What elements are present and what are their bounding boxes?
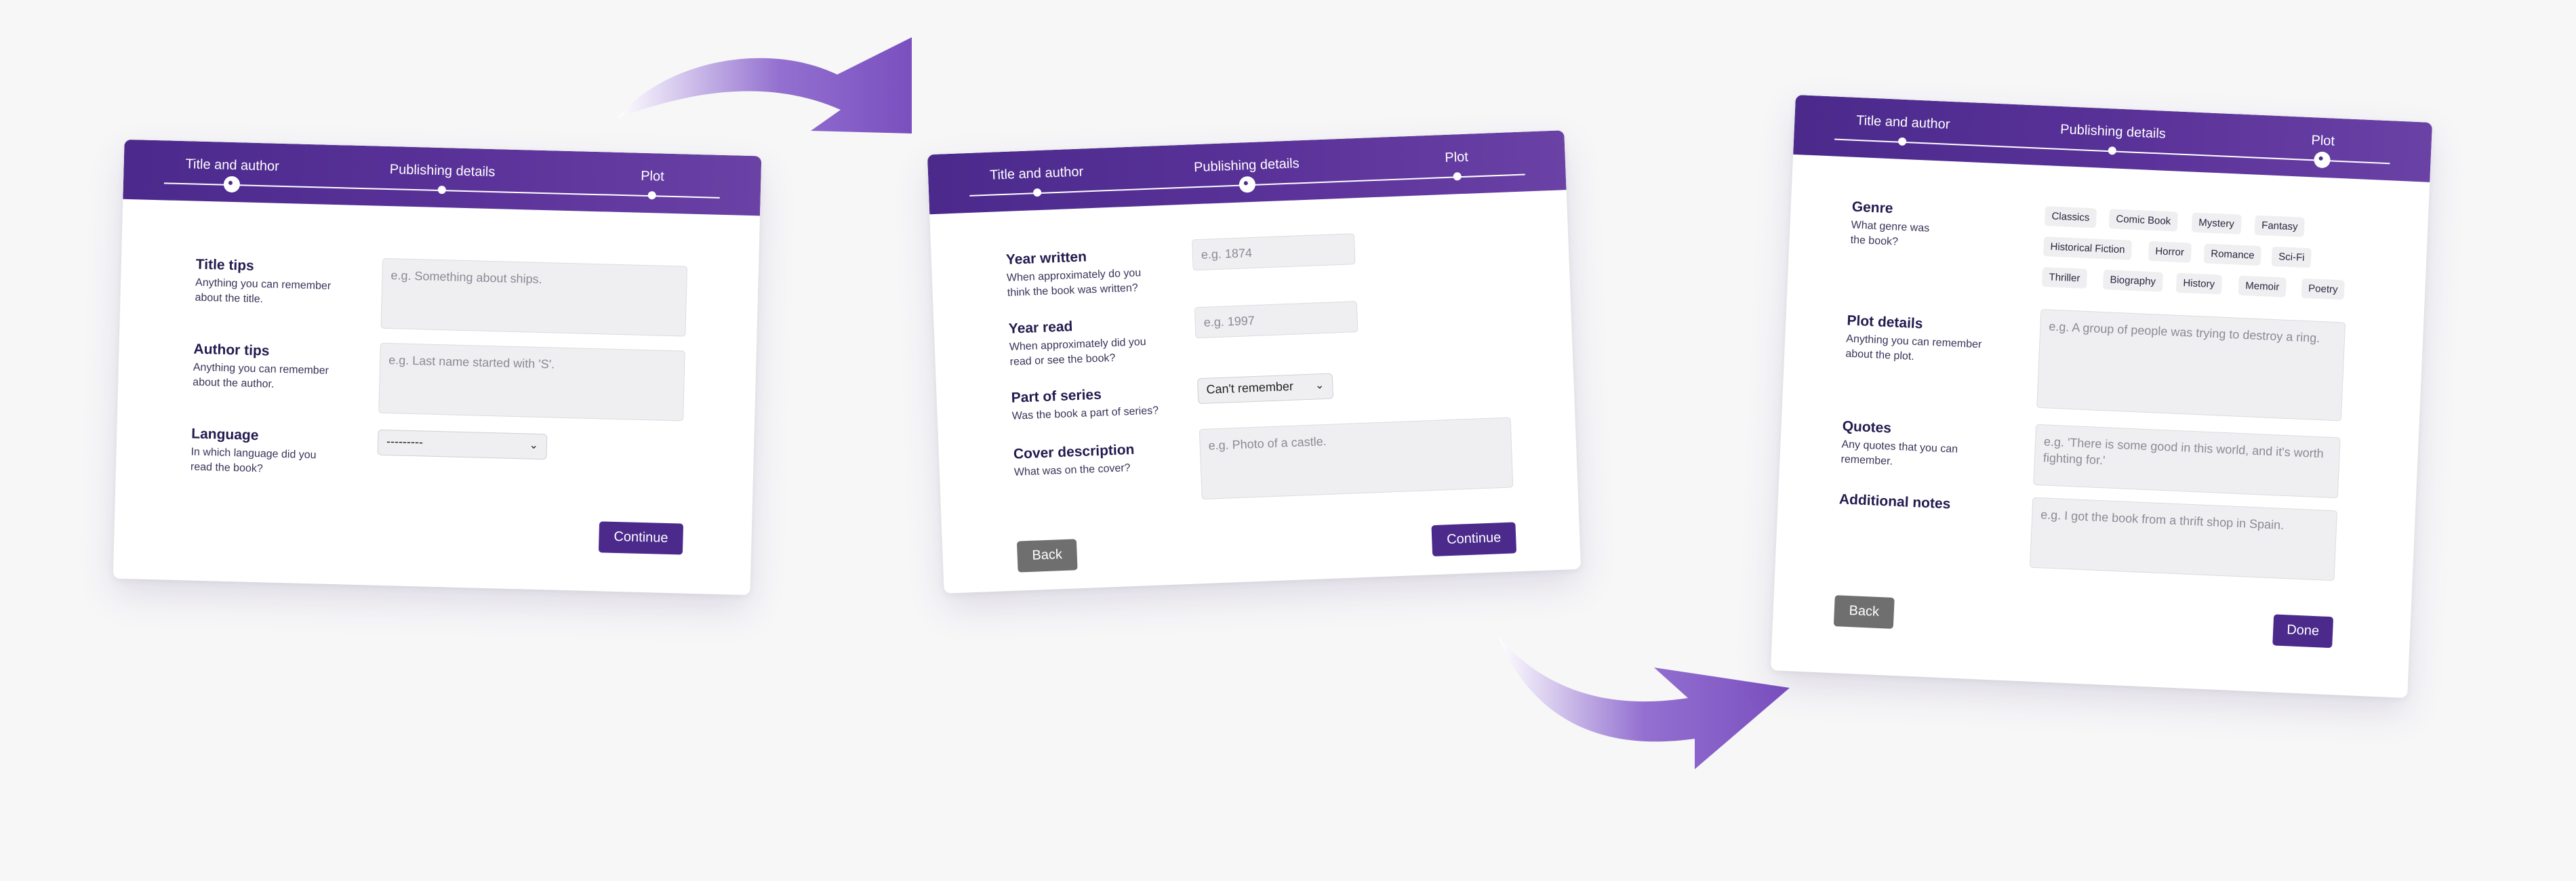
language-label: Language: [191, 426, 259, 444]
flow-arrow-icon: [1498, 637, 1790, 769]
step-publishing-details[interactable]: Publishing details: [354, 146, 531, 194]
flow-arrow-icon: [617, 37, 912, 134]
part-of-series-label: Part of series: [1011, 386, 1102, 406]
step-title-author[interactable]: Title and author: [1815, 96, 1992, 146]
quotes-label: Quotes: [1842, 418, 1892, 436]
genre-label: Genre: [1851, 199, 1894, 217]
year-read-input[interactable]: e.g. 1997: [1194, 301, 1359, 339]
genre-chip-mystery[interactable]: Mystery: [2191, 212, 2242, 234]
plot-details-label: Plot details: [1847, 312, 1923, 332]
year-written-help: When approximately do you think the book …: [1006, 267, 1142, 299]
genre-chip-classics[interactable]: Classics: [2044, 206, 2097, 228]
genre-chip-history[interactable]: History: [2175, 272, 2222, 295]
step-label: Plot: [1444, 149, 1469, 165]
title-tips-input[interactable]: e.g. Something about ships.: [380, 258, 688, 337]
author-tips-help: Anything you can remember about the autho…: [193, 361, 329, 390]
author-tips-input[interactable]: e.g. Last name started with 'S'.: [378, 342, 685, 422]
step-dot: [1032, 188, 1042, 197]
part-of-series-help: Was the book a part of series?: [1011, 405, 1159, 422]
step-dot: [1453, 172, 1462, 181]
title-tips-label: Title tips: [195, 256, 255, 274]
step-dot-active: [1239, 176, 1256, 193]
cover-description-label: Cover description: [1013, 441, 1135, 462]
genre-chip-historical-fiction[interactable]: Historical Fiction: [2042, 237, 2133, 260]
genre-chip-fantasy[interactable]: Fantasy: [2254, 215, 2306, 237]
form-card-plot: Title and author Publishing details Plot…: [1770, 94, 2433, 699]
step-label: Title and author: [989, 164, 1084, 183]
continue-button[interactable]: Continue: [598, 521, 684, 555]
continue-button[interactable]: Continue: [1431, 522, 1517, 557]
progress-header: Title and author Publishing details Plot: [123, 139, 762, 216]
step-title-author[interactable]: Title and author: [144, 140, 321, 193]
genre-chip-thriller[interactable]: Thriller: [2041, 267, 2088, 289]
language-select-value: ---------: [386, 434, 424, 449]
genre-chip-memoir[interactable]: Memoir: [2238, 275, 2287, 298]
done-button[interactable]: Done: [2272, 614, 2334, 649]
step-label: Plot: [2311, 133, 2335, 149]
cover-description-input[interactable]: e.g. Photo of a castle.: [1199, 417, 1514, 500]
additional-notes-input[interactable]: e.g. I got the book from a thrift shop i…: [2029, 497, 2337, 581]
step-plot[interactable]: Plot: [2234, 114, 2412, 169]
year-written-input[interactable]: e.g. 1874: [1191, 233, 1356, 271]
back-button[interactable]: Back: [1016, 539, 1078, 573]
step-dot: [647, 191, 656, 200]
genre-chip-comic-book[interactable]: Comic Book: [2108, 209, 2178, 232]
chevron-down-icon: ⌄: [1314, 380, 1325, 392]
genre-chip-sci-fi[interactable]: Sci-Fi: [2271, 246, 2312, 268]
year-read-help: When approximately did you read or see th…: [1009, 336, 1146, 368]
genre-chip-biography[interactable]: Biography: [2102, 269, 2163, 292]
step-title-author[interactable]: Title and author: [948, 147, 1125, 197]
chevron-down-icon: ⌄: [529, 439, 539, 451]
step-dot: [1897, 137, 1907, 146]
step-publishing-details[interactable]: Publishing details: [1158, 139, 1335, 193]
plot-details-input[interactable]: e.g. A group of people was trying to des…: [2036, 308, 2346, 422]
step-label: Publishing details: [389, 162, 496, 180]
language-select[interactable]: --------- ⌄: [377, 429, 548, 460]
cover-description-help: What was on the cover?: [1013, 462, 1131, 478]
form-card-title-author: Title and author Publishing details Plot…: [113, 139, 762, 596]
step-dot: [437, 185, 447, 194]
step-plot[interactable]: Plot: [1367, 131, 1545, 181]
title-tips-help: Anything you can remember about the title…: [195, 276, 331, 306]
genre-chip-romance[interactable]: Romance: [2203, 243, 2262, 266]
step-label: Publishing details: [2059, 121, 2167, 142]
year-written-label: Year written: [1005, 249, 1087, 268]
quotes-help: Any quotes that you can remember.: [1840, 438, 1958, 468]
progress-header: Title and author Publishing details Plot: [927, 130, 1567, 215]
step-label: Plot: [640, 168, 665, 184]
step-label: Title and author: [1855, 112, 1950, 132]
plot-details-help: Anything you can remember about the plot.: [1845, 333, 1982, 363]
back-button[interactable]: Back: [1833, 595, 1895, 629]
step-plot[interactable]: Plot: [564, 151, 741, 200]
author-tips-label: Author tips: [193, 341, 270, 359]
step-label: Publishing details: [1193, 156, 1300, 176]
step-dot-active: [2314, 151, 2331, 169]
genre-chip-horror[interactable]: Horror: [2148, 241, 2192, 263]
step-label: Title and author: [185, 157, 280, 174]
genre-help: What genre was the book?: [1850, 219, 1930, 248]
part-of-series-value: Can't remember: [1206, 379, 1294, 396]
year-read-label: Year read: [1008, 319, 1073, 337]
additional-notes-label: Additional notes: [1838, 491, 1951, 512]
language-help: In which language did you read the book?: [190, 446, 317, 475]
genre-chip-poetry[interactable]: Poetry: [2301, 278, 2346, 300]
quotes-input[interactable]: e.g. 'There is some good in this world, …: [2033, 424, 2341, 499]
progress-header: Title and author Publishing details Plot: [1793, 94, 2433, 182]
form-card-publishing-details: Title and author Publishing details Plot…: [927, 130, 1582, 594]
step-dot: [2108, 146, 2117, 155]
part-of-series-select[interactable]: Can't remember ⌄: [1196, 373, 1334, 405]
step-publishing-details[interactable]: Publishing details: [2025, 105, 2202, 155]
step-dot-active: [223, 176, 241, 193]
